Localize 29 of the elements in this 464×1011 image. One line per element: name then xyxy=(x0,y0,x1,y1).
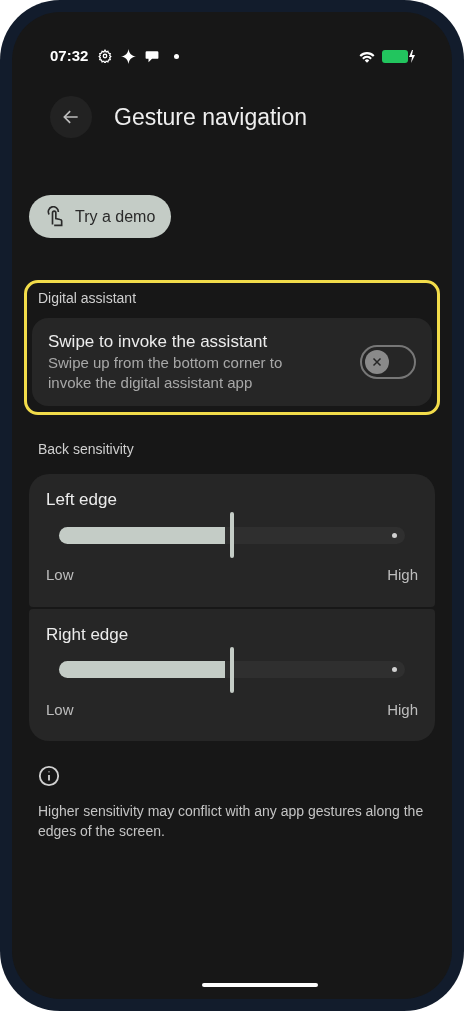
info-text: Higher sensitivity may conflict with any app gestures along the edges of the screen. xyxy=(37,802,425,841)
max-label: High xyxy=(387,699,418,720)
slider-track[interactable] xyxy=(59,512,405,558)
setting-description: Swipe up from the bottom corner to invoke the digital assistant app xyxy=(48,353,284,393)
wifi-icon xyxy=(358,49,376,63)
info-icon xyxy=(38,765,60,787)
slider-label: Left edge xyxy=(46,489,118,511)
battery-charging-icon xyxy=(382,48,416,64)
demo-button[interactable]: Try a demo xyxy=(29,195,172,238)
sparkle-icon xyxy=(121,48,137,64)
section-heading: Digital assistant xyxy=(37,289,138,308)
min-label: Low xyxy=(46,565,74,585)
min-label: Low xyxy=(46,699,74,720)
setting-title: Swipe to invoke the assistant xyxy=(48,331,269,353)
gear-icon xyxy=(98,49,113,63)
section-heading: Back sensitivity xyxy=(37,440,135,459)
slider-thumb[interactable] xyxy=(230,512,234,558)
setting-card[interactable]: Swipe to invoke the assistant Swipe up from the bottom corner to invoke the digital assistant app xyxy=(32,318,432,406)
close-icon xyxy=(371,356,383,368)
chat-bubble-icon xyxy=(145,49,160,63)
slider-track[interactable] xyxy=(59,646,405,693)
page-title: Gesture navigation xyxy=(114,102,308,132)
toggle-switch[interactable] xyxy=(360,345,416,379)
tap-hand-icon xyxy=(45,205,65,228)
back-button[interactable] xyxy=(50,96,92,138)
slider-label: Right edge xyxy=(46,623,130,646)
status-time: 07:32 xyxy=(50,45,89,66)
max-label: High xyxy=(387,565,418,585)
slider-thumb[interactable] xyxy=(230,646,234,693)
